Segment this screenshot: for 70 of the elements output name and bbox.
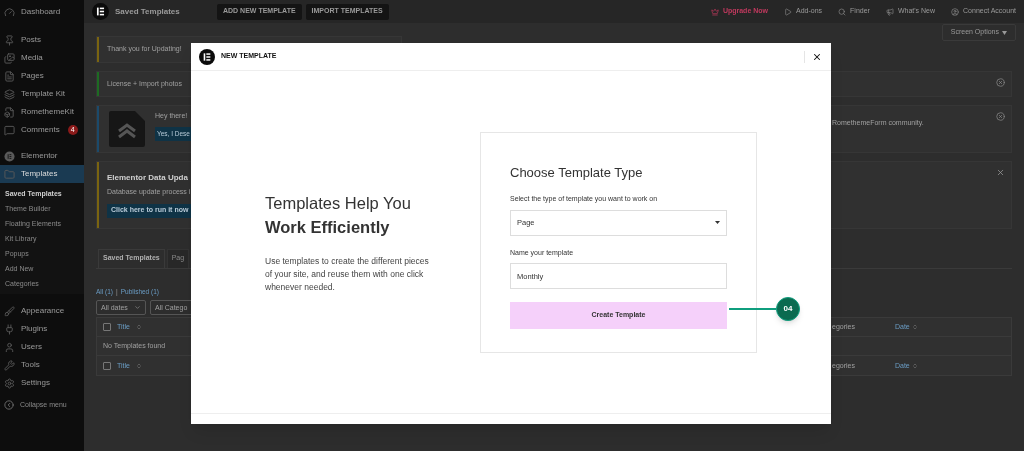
close-icon[interactable] [996,168,1005,177]
select-all-checkbox[interactable] [103,323,111,332]
sidebar-label: Template Kit [21,88,66,100]
logo-icon [92,3,109,20]
sidebar-label: Appearance [21,305,65,317]
link-icon [951,7,960,16]
menu-icon [4,305,15,317]
link-icon [838,7,847,16]
sidebar-label: Media [21,52,43,64]
dismiss-icon[interactable] [996,77,1005,87]
sidebar-item[interactable]: Appearance [0,302,84,320]
sidebar-label: Dashboard [21,6,61,18]
caret-icon [715,221,720,224]
menu-icon [4,6,15,18]
menu-icon [4,168,15,180]
sidebar-label: Elementor [21,150,58,162]
intro-text: Use templates to create the different pieces of your site, and reuse them with one click whenever needed. [265,254,430,294]
menu-icon [4,70,15,82]
menu-icon [4,124,15,136]
sidebar-label: RomethemeKit [21,106,74,118]
sidebar-item[interactable]: Plugins [0,320,84,338]
sidebar-label: Tools [21,359,40,371]
sidebar-item[interactable]: Dashboard [0,3,84,21]
collapse-icon [4,400,14,410]
sort-icon [135,324,142,331]
sidebar-item[interactable]: Pages [0,67,84,85]
sort-icon [135,362,142,369]
intro-heading: Work Efficiently [265,216,391,238]
sort-icon [911,362,918,369]
select-all-checkbox[interactable] [103,361,111,370]
card-title: Choose Template Type [510,163,644,182]
sidebar-item[interactable]: Users [0,338,84,356]
menu-icon [4,52,15,64]
sidebar-label: Plugins [21,323,48,335]
sidebar-item[interactable]: Tools [0,356,84,374]
sidebar-label: Pages [21,70,44,82]
sidebar-item[interactable]: Elementor [0,147,84,165]
sort-icon [911,324,918,331]
menu-icon [4,359,15,371]
menu-icon [4,341,15,353]
close-icon [812,51,822,62]
sidebar-item[interactable]: Templates [0,165,84,183]
notice-title: Elementor Data Upda [107,172,189,184]
menu-icon [4,34,15,46]
link-icon [710,7,719,16]
plugin-icon [109,111,145,147]
sidebar-item[interactable]: Media [0,49,84,67]
link-icon [885,7,894,16]
sidebar-label: Posts [21,34,41,46]
sidebar-label: Comments [21,124,60,136]
sidebar-label: Settings [21,377,50,389]
menu-icon [4,377,15,389]
menu-icon [4,323,15,335]
caret-icon [1002,30,1007,35]
menu-icon [4,88,15,100]
elementor-icon [4,150,15,162]
sidebar-label: Users [21,341,42,353]
sidebar-item[interactable]: RomethemeKit [0,103,84,121]
dismiss-icon[interactable] [996,112,1005,121]
intro-heading: Templates Help You [265,192,412,214]
sidebar-item[interactable]: Template Kit [0,85,84,103]
logo-icon [199,48,215,65]
sidebar-label: Templates [21,168,58,180]
leader-line [729,308,776,310]
sidebar-item[interactable]: Settings [0,374,84,392]
caret-icon [134,304,141,312]
sidebar-item[interactable]: Posts [0,31,84,49]
link-icon [784,7,792,16]
menu-icon [4,106,15,118]
page-title: Saved Templates [115,5,181,18]
